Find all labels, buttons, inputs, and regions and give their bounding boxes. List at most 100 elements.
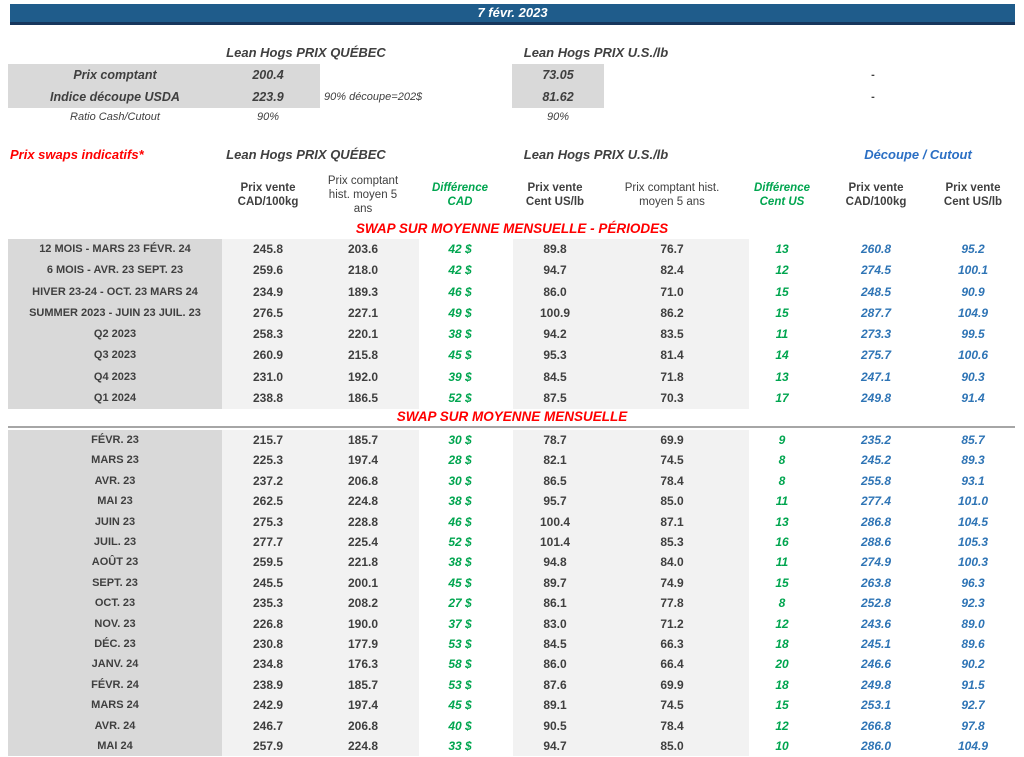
cutout-cad: 235.2 <box>828 430 924 450</box>
qc-prix-vente: 245.5 <box>222 573 314 593</box>
cutout-cad: 286.8 <box>828 512 924 532</box>
difference-cad: 38 $ <box>414 324 506 345</box>
difference-cent-us: 11 <box>747 552 817 572</box>
row-label: AOÛT 23 <box>9 552 221 572</box>
difference-cent-us: 8 <box>747 450 817 470</box>
cutout-cad: 288.6 <box>828 532 924 552</box>
spot-empty-cell-dash: - <box>863 64 883 86</box>
cutout-cad: 248.5 <box>828 282 924 303</box>
us-hist-moyen: 69.9 <box>612 675 732 695</box>
us-prix-vente: 87.6 <box>507 675 603 695</box>
qc-hist-moyen: 215.8 <box>315 345 411 366</box>
difference-cad: 39 $ <box>414 367 506 388</box>
cutout-cent-us: 100.6 <box>925 345 1021 366</box>
table-row: MAI 23262.5224.838 $95.785.011277.4101.0 <box>0 491 1024 511</box>
swaps-quebec-group-header: Lean Hogs PRIX QUÉBEC <box>216 146 396 164</box>
column-header-us-prix-vente: Prix vente Cent US/lb <box>505 181 605 209</box>
cutout-cent-us: 90.2 <box>925 654 1021 674</box>
date-banner: 7 févr. 2023 <box>10 4 1015 25</box>
report-date: 7 févr. 2023 <box>477 5 547 20</box>
table-row: OCT. 23235.3208.227 $86.177.88252.892.3 <box>0 593 1024 613</box>
us-hist-moyen: 86.2 <box>612 303 732 324</box>
row-label: FÉVR. 23 <box>9 430 221 450</box>
table-divider-line <box>8 426 1015 428</box>
table-row: Q4 2023231.0192.039 $84.571.813247.190.3 <box>0 367 1024 388</box>
us-hist-moyen: 69.9 <box>612 430 732 450</box>
difference-cad: 42 $ <box>414 260 506 281</box>
row-label: 6 MOIS - AVR. 23 SEPT. 23 <box>9 260 221 281</box>
us-prix-vente: 86.0 <box>507 654 603 674</box>
cutout-cent-us: 101.0 <box>925 491 1021 511</box>
row-label: DÉC. 23 <box>9 634 221 654</box>
swaps-title: Prix swaps indicatifs* <box>10 146 220 164</box>
difference-cad: 46 $ <box>414 282 506 303</box>
row-label: Q1 2024 <box>9 388 221 409</box>
qc-prix-vente: 259.5 <box>222 552 314 572</box>
cutout-cad: 249.8 <box>828 675 924 695</box>
qc-hist-moyen: 221.8 <box>315 552 411 572</box>
us-hist-moyen: 66.4 <box>612 654 732 674</box>
section-title-monthly: SWAP SUR MOYENNE MENSUELLE <box>0 409 1024 424</box>
difference-cad: 53 $ <box>414 634 506 654</box>
qc-prix-vente: 276.5 <box>222 303 314 324</box>
us-hist-moyen: 77.8 <box>612 593 732 613</box>
us-prix-vente: 83.0 <box>507 614 603 634</box>
difference-cent-us: 13 <box>747 512 817 532</box>
us-hist-moyen: 74.9 <box>612 573 732 593</box>
qc-prix-vente: 237.2 <box>222 471 314 491</box>
qc-prix-vente: 230.8 <box>222 634 314 654</box>
spot-us-cutout-value: 81.62 <box>510 86 606 108</box>
us-hist-moyen: 70.3 <box>612 388 732 409</box>
difference-cad: 45 $ <box>414 573 506 593</box>
us-hist-moyen: 82.4 <box>612 260 732 281</box>
us-prix-vente: 95.3 <box>507 345 603 366</box>
column-header-diff-cad: Différence CAD <box>410 181 510 209</box>
table-row: JUIN 23275.3228.846 $100.487.113286.8104… <box>0 512 1024 532</box>
cutout-cad: 274.9 <box>828 552 924 572</box>
spot-qc-cutout-value: 223.9 <box>222 86 314 108</box>
us-hist-moyen: 74.5 <box>612 695 732 715</box>
cutout-cent-us: 104.9 <box>925 303 1021 324</box>
qc-prix-vente: 260.9 <box>222 345 314 366</box>
cutout-cent-us: 104.9 <box>925 736 1021 756</box>
us-prix-vente: 90.5 <box>507 716 603 736</box>
us-hist-moyen: 66.3 <box>612 634 732 654</box>
qc-prix-vente: 245.8 <box>222 239 314 260</box>
qc-hist-moyen: 189.3 <box>315 282 411 303</box>
us-prix-vente: 100.4 <box>507 512 603 532</box>
qc-hist-moyen: 206.8 <box>315 471 411 491</box>
difference-cent-us: 15 <box>747 303 817 324</box>
table-row: FÉVR. 23215.7185.730 $78.769.99235.285.7 <box>0 430 1024 450</box>
table-row: 12 MOIS - MARS 23 FÉVR. 24245.8203.642 $… <box>0 239 1024 260</box>
difference-cent-us: 12 <box>747 716 817 736</box>
qc-prix-vente: 262.5 <box>222 491 314 511</box>
cutout-cad: 249.8 <box>828 388 924 409</box>
difference-cad: 45 $ <box>414 695 506 715</box>
table-row: Q2 2023258.3220.138 $94.283.511273.399.5 <box>0 324 1024 345</box>
cutout-cent-us: 95.2 <box>925 239 1021 260</box>
difference-cad: 52 $ <box>414 388 506 409</box>
row-label: SEPT. 23 <box>9 573 221 593</box>
qc-prix-vente: 275.3 <box>222 512 314 532</box>
qc-hist-moyen: 218.0 <box>315 260 411 281</box>
difference-cent-us: 20 <box>747 654 817 674</box>
us-prix-vente: 89.7 <box>507 573 603 593</box>
cutout-cent-us: 91.5 <box>925 675 1021 695</box>
spot-row-label: Indice découpe USDA <box>9 86 221 108</box>
qc-prix-vente: 225.3 <box>222 450 314 470</box>
qc-prix-vente: 259.6 <box>222 260 314 281</box>
cutout-cad: 277.4 <box>828 491 924 511</box>
qc-hist-moyen: 177.9 <box>315 634 411 654</box>
difference-cent-us: 16 <box>747 532 817 552</box>
us-hist-moyen: 85.0 <box>612 491 732 511</box>
qc-prix-vente: 238.8 <box>222 388 314 409</box>
row-label: HIVER 23-24 - OCT. 23 MARS 24 <box>9 282 221 303</box>
qc-hist-moyen: 203.6 <box>315 239 411 260</box>
cutout-cad: 266.8 <box>828 716 924 736</box>
cutout-cent-us: 91.4 <box>925 388 1021 409</box>
qc-hist-moyen: 220.1 <box>315 324 411 345</box>
us-hist-moyen: 78.4 <box>612 471 732 491</box>
table-row: FÉVR. 24238.9185.753 $87.669.918249.891.… <box>0 675 1024 695</box>
difference-cad: 27 $ <box>414 593 506 613</box>
difference-cent-us: 17 <box>747 388 817 409</box>
